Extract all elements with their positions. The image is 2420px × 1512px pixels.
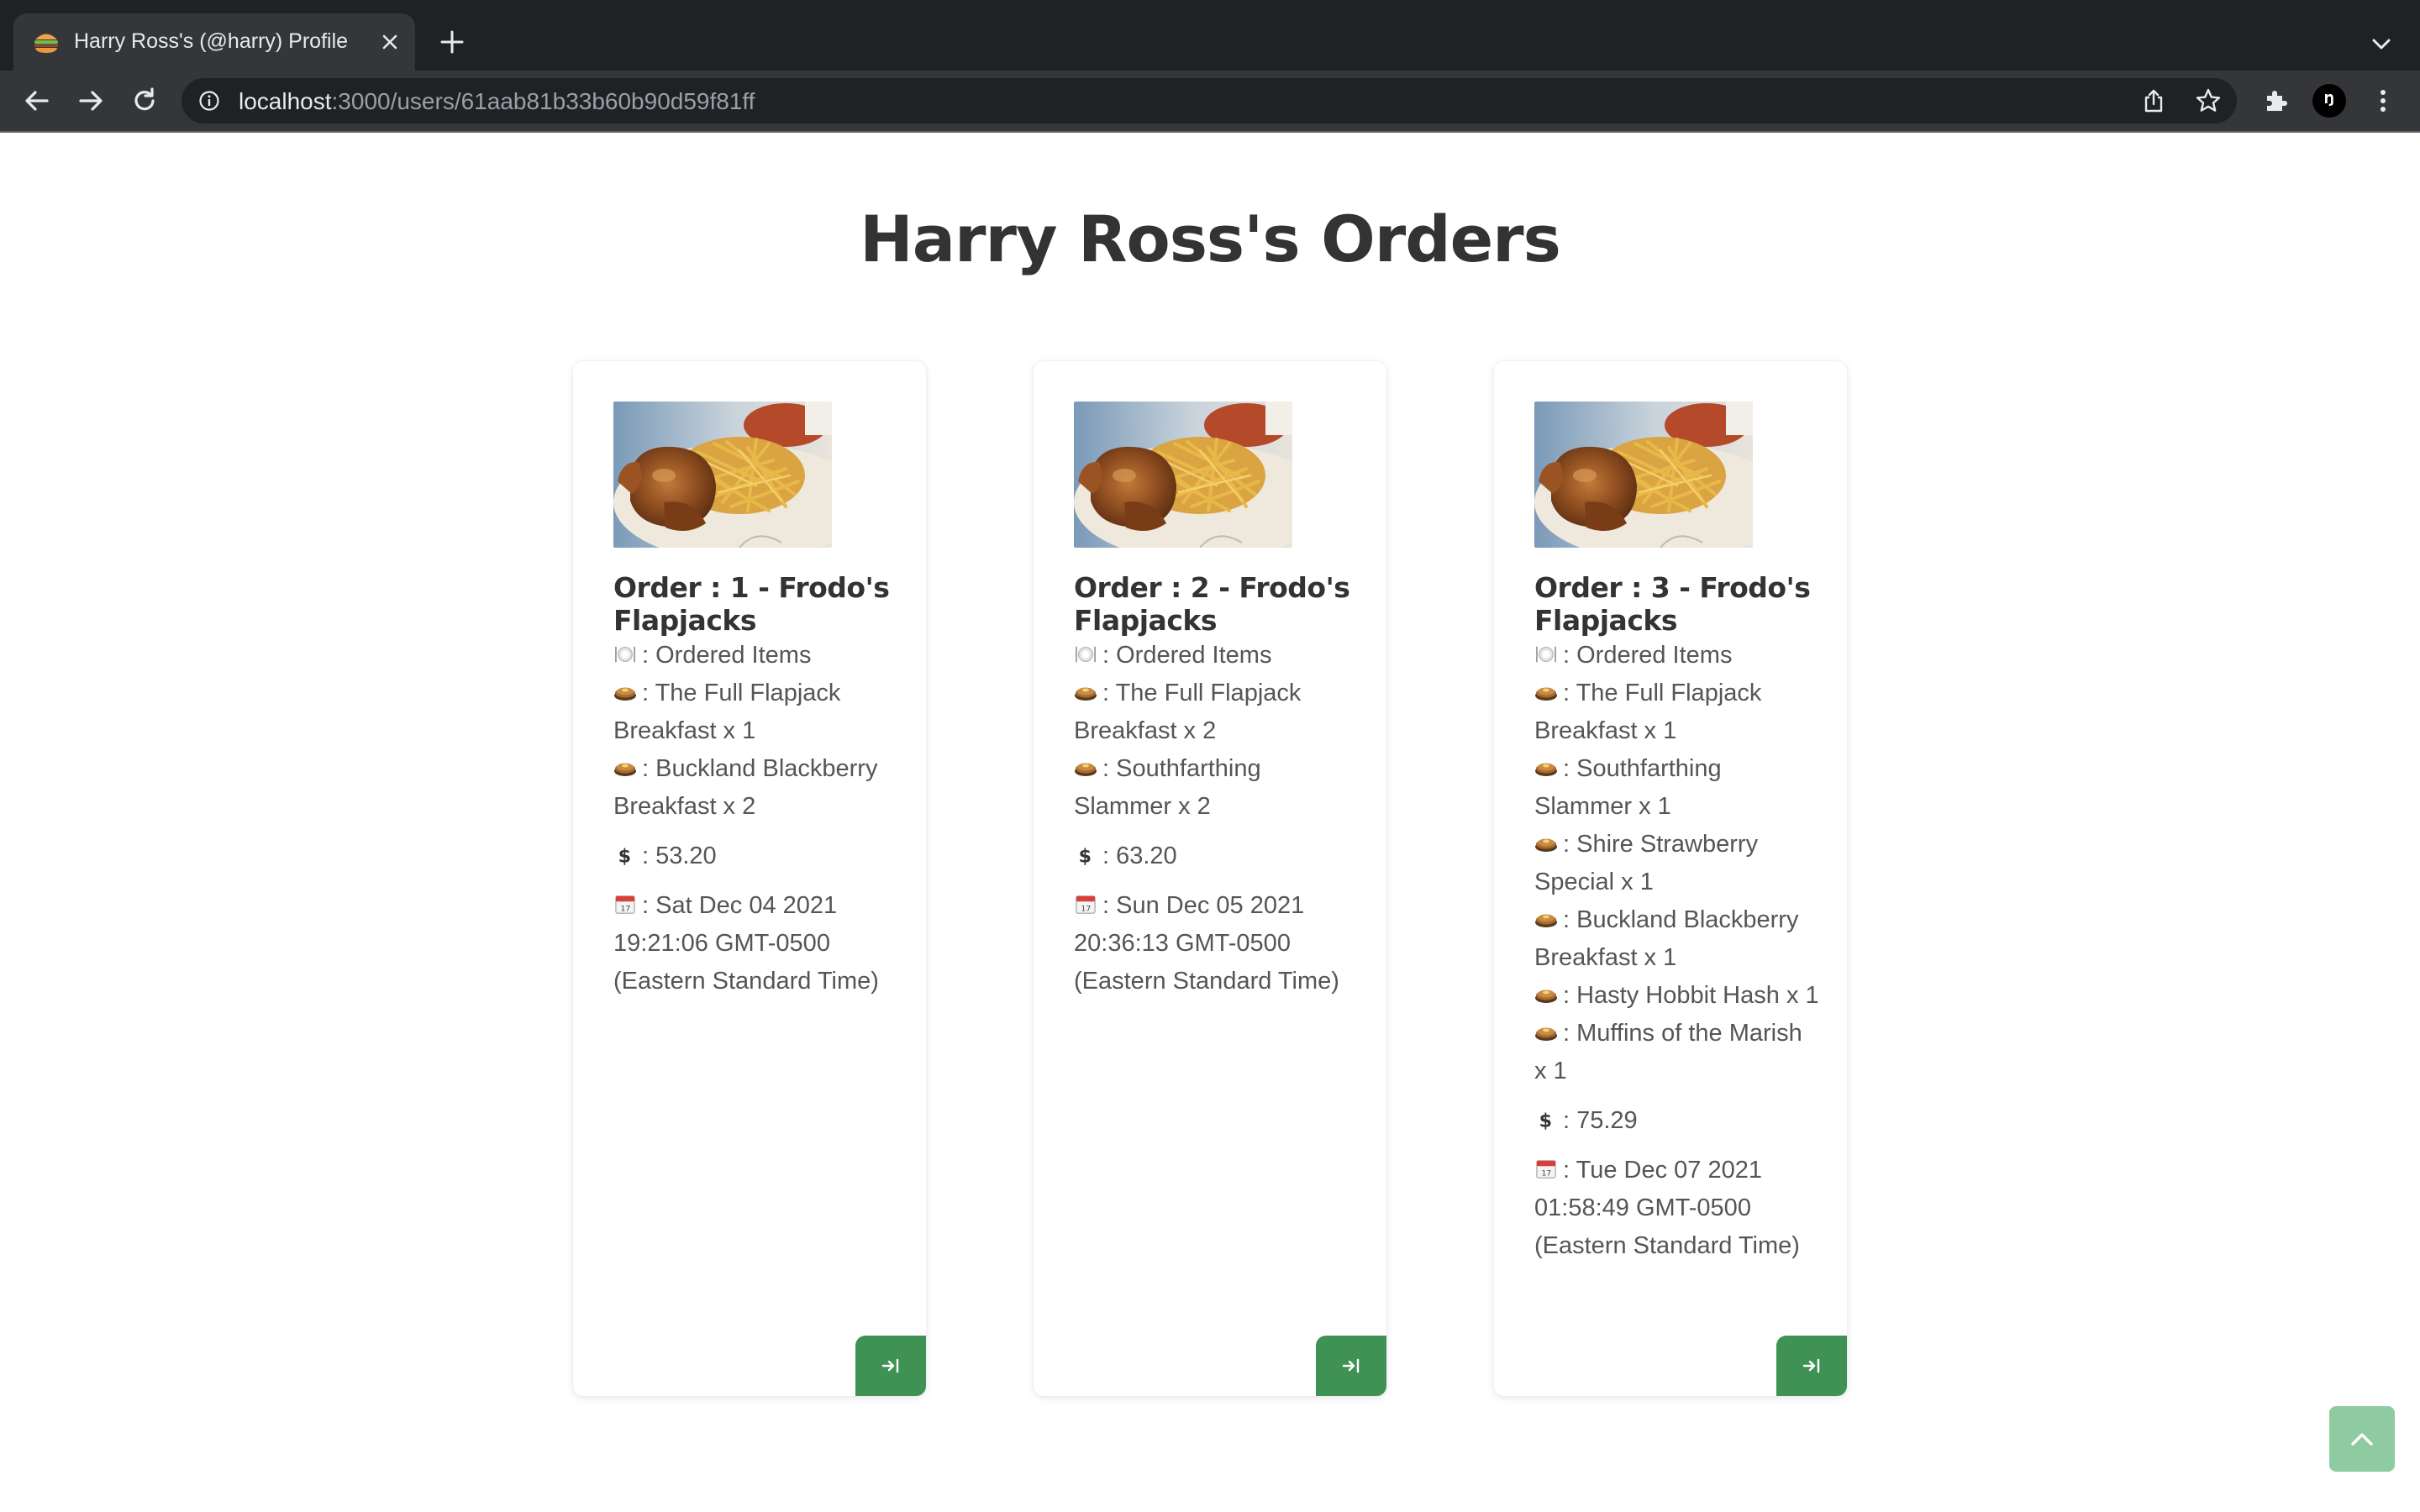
back-arrow-icon[interactable] <box>22 86 52 116</box>
plus-icon[interactable] <box>437 27 467 57</box>
dollar-icon <box>1078 845 1092 865</box>
address-bar[interactable]: localhost:3000/users/61aab81b33b60b90d59… <box>182 78 2237 123</box>
close-icon[interactable] <box>376 29 403 55</box>
page-title: Harry Ross's Orders <box>860 202 1561 276</box>
order-date: : Sun Dec 05 2021 20:36:13 GMT-0500 (Eas… <box>1074 892 1339 995</box>
pancakes-icon <box>614 763 636 776</box>
scroll-to-top-button[interactable] <box>2329 1406 2395 1472</box>
star-icon[interactable] <box>2195 87 2222 114</box>
pancakes-icon <box>1535 763 1557 776</box>
chevron-down-icon[interactable] <box>2366 29 2396 59</box>
order-card: Order : 1 - Frodo's Flapjacks : Ordered … <box>573 361 926 1396</box>
pancakes-icon <box>1535 1027 1557 1041</box>
info-icon[interactable] <box>198 90 220 112</box>
fork-knife-plate-icon <box>614 646 636 663</box>
forward-arrow-icon[interactable] <box>76 86 106 116</box>
order-title: Order : 3 - Frodo's Flapjacks <box>1534 571 1811 637</box>
puzzle-icon[interactable] <box>2260 86 2291 116</box>
pancakes-icon <box>1075 763 1097 776</box>
order-title: Order : 2 - Frodo's Flapjacks <box>1074 571 1350 637</box>
list-item: : Southfarthing Slammer x 2 <box>1074 755 1261 820</box>
order-date: : Sat Dec 04 2021 19:21:06 GMT-0500 (Eas… <box>613 892 879 995</box>
order-food-image <box>1534 402 1753 548</box>
order-price: : 75.29 <box>1534 1102 1820 1140</box>
browser-toolbar: localhost:3000/users/61aab81b33b60b90d59… <box>0 71 2420 131</box>
order-date: : Tue Dec 07 2021 01:58:49 GMT-0500 (Eas… <box>1534 1157 1800 1259</box>
arrow-to-right-icon <box>1342 1358 1360 1373</box>
order-food-image <box>1074 402 1292 548</box>
list-item: : Hasty Hobbit Hash x 1 <box>1534 977 1820 1015</box>
pancakes-icon <box>1535 838 1557 852</box>
list-item: : The Full Flapjack Breakfast x 2 <box>1074 680 1302 744</box>
share-icon[interactable] <box>2141 88 2166 113</box>
list-item: : Shire Strawberry Special x 1 <box>1534 831 1759 895</box>
chevron-up-icon <box>2351 1433 2373 1446</box>
order-food-image <box>613 402 832 548</box>
arrow-to-right-icon <box>881 1358 899 1373</box>
dollar-icon <box>1539 1110 1553 1130</box>
browser-tab[interactable]: Harry Ross's (@harry) Profile <box>13 13 415 71</box>
list-item: : Southfarthing Slammer x 1 <box>1534 755 1722 820</box>
order-title: Order : 1 - Frodo's Flapjacks <box>613 571 890 637</box>
tab-title: Harry Ross's (@harry) Profile <box>74 29 349 53</box>
open-order-button[interactable] <box>1316 1336 1386 1396</box>
list-item: : Buckland Blackberry Breakfast x 1 <box>1534 906 1799 971</box>
list-item: : The Full Flapjack Breakfast x 1 <box>1534 680 1762 744</box>
list-item: : Muffins of the Marish x 1 <box>1534 1020 1802 1084</box>
order-card: Order : 2 - Frodo's Flapjacks : Ordered … <box>1034 361 1386 1396</box>
fork-knife-plate-icon <box>1075 646 1097 663</box>
order-price: : 63.20 <box>1074 837 1360 875</box>
pancakes-icon <box>614 687 636 701</box>
list-item: : Buckland Blackberry Breakfast x 2 <box>613 755 878 820</box>
pancakes-icon <box>1535 687 1557 701</box>
dollar-icon <box>618 845 632 865</box>
kebab-menu-icon[interactable] <box>2368 86 2398 116</box>
ordered-items-label: : Ordered Items <box>1534 637 1820 675</box>
fork-knife-plate-icon <box>1535 646 1557 663</box>
pancakes-icon <box>1535 990 1557 1003</box>
burger-icon <box>34 34 58 53</box>
browser-tabstrip: Harry Ross's (@harry) Profile <box>0 0 2420 71</box>
pancakes-icon <box>1075 687 1097 701</box>
order-price: : 53.20 <box>613 837 899 875</box>
open-order-button[interactable] <box>1776 1336 1847 1396</box>
reload-icon[interactable] <box>129 86 160 116</box>
chrome-divider <box>0 131 2420 133</box>
pancakes-icon <box>1535 914 1557 927</box>
calendar-icon <box>615 895 635 914</box>
open-order-button[interactable] <box>855 1336 926 1396</box>
ordered-items-label: : Ordered Items <box>1074 637 1360 675</box>
ordered-items-label: : Ordered Items <box>613 637 899 675</box>
arrow-to-right-icon <box>1802 1358 1820 1373</box>
calendar-icon <box>1536 1160 1556 1179</box>
avatar[interactable]: Ŋ <box>2312 84 2346 118</box>
list-item: : The Full Flapjack Breakfast x 1 <box>613 680 841 744</box>
url-text: localhost:3000/users/61aab81b33b60b90d59… <box>239 88 755 114</box>
calendar-icon <box>1076 895 1096 914</box>
order-card: Order : 3 - Frodo's Flapjacks : Ordered … <box>1494 361 1847 1396</box>
